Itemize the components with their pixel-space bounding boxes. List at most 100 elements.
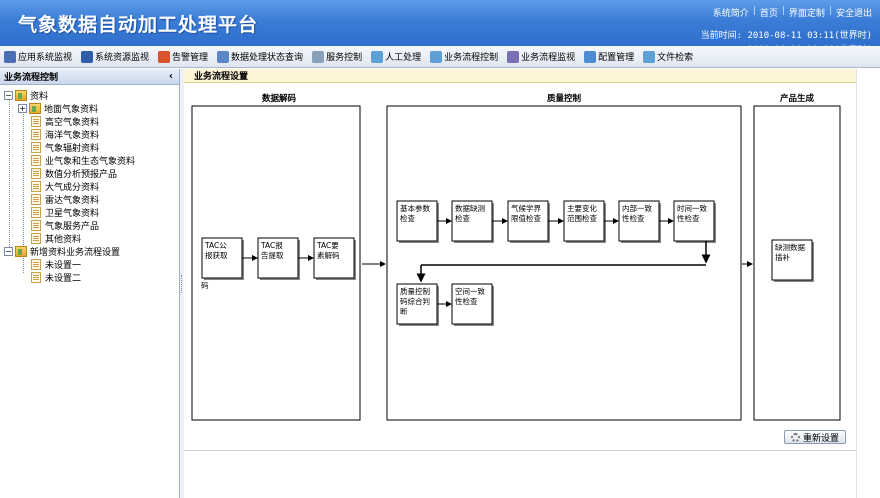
- tree-leaf[interactable]: 气象服务产品: [0, 219, 179, 232]
- expand-toggle-icon[interactable]: +: [18, 104, 27, 113]
- document-icon: [31, 129, 41, 140]
- tree-leaf[interactable]: 业气象和生态气象资料: [0, 154, 179, 167]
- tree-label[interactable]: 未设置一: [45, 258, 81, 271]
- tree-leaf[interactable]: 其他资料: [0, 232, 179, 245]
- tree-leaf[interactable]: 未设置一: [0, 258, 179, 271]
- toolbar-item-3[interactable]: 数据处理状态查询: [217, 50, 303, 63]
- tree-leaf[interactable]: 高空气象资料: [0, 115, 179, 128]
- toolbar-item-4[interactable]: 服务控制: [312, 50, 362, 63]
- tree-node-root1[interactable]: − 资料: [0, 89, 179, 102]
- node-decode-2-label: TAC要素解码: [316, 241, 340, 260]
- collapse-left-icon[interactable]: ‹: [169, 71, 173, 82]
- toolbar-label: 系统资源监视: [95, 53, 150, 63]
- reset-label: 重新设置: [802, 433, 839, 444]
- node-decode-0-label: TAC公报获取: [204, 241, 228, 260]
- toolbar-item-1[interactable]: 系统资源监视: [81, 50, 149, 63]
- toolbar-icon: [312, 50, 325, 63]
- sidebar-title: 业务流程控制: [4, 73, 59, 83]
- toolbar-item-2[interactable]: 告警管理: [158, 50, 208, 63]
- tree-label[interactable]: 地面气象资料: [44, 102, 98, 115]
- link-separator: |: [781, 6, 785, 16]
- folder-icon: [15, 246, 27, 257]
- tree-view: − 资料 + 地面气象资料 高空气象资料 海洋气象资料 气象辐射资料 业气象和生态气象…: [0, 85, 179, 284]
- toolbar-label: 业务流程监视: [521, 53, 576, 63]
- toolbar-icon: [584, 50, 597, 63]
- toolbar-label: 人工处理: [385, 53, 422, 63]
- tree-label[interactable]: 卫星气象资料: [45, 206, 99, 219]
- panel-title-text: 业务流程设置: [194, 72, 249, 82]
- tree-label[interactable]: 海洋气象资料: [45, 128, 99, 141]
- document-icon: [31, 142, 41, 153]
- tree-label[interactable]: 高空气象资料: [45, 115, 99, 128]
- top-links: 系统简介 | 首页 | 界面定制 | 安全退出: [713, 6, 872, 19]
- toolbar-label: 配置管理: [598, 53, 635, 63]
- decode-overflow-text: 码: [201, 281, 209, 290]
- document-icon: [31, 168, 41, 179]
- flow-diagram: 数据解码 质量控制 产品生成TAC公报获取TAC报告提取TAC要素解码码基本参数检查…: [191, 93, 841, 421]
- toolbar-icon: [507, 50, 520, 63]
- section-title-qc: 质量控制: [547, 93, 582, 104]
- tree-node-surface[interactable]: + 地面气象资料: [0, 102, 179, 115]
- toolbar-item-5[interactable]: 人工处理: [371, 50, 421, 63]
- tree-label[interactable]: 气象辐射资料: [45, 141, 99, 154]
- tree-leaf[interactable]: 数值分析预报产品: [0, 167, 179, 180]
- toolbar-icon: [4, 50, 16, 63]
- tree-leaf[interactable]: 卫星气象资料: [0, 206, 179, 219]
- tree-leaf[interactable]: 气象辐射资料: [0, 141, 179, 154]
- collapse-toggle-icon[interactable]: −: [4, 91, 13, 100]
- app-title: 气象数据自动加工处理平台: [18, 14, 259, 36]
- document-icon: [31, 116, 41, 127]
- link-separator: |: [828, 6, 832, 16]
- tree-label[interactable]: 资料: [30, 89, 48, 102]
- tree-label[interactable]: 新增资料业务流程设置: [30, 245, 120, 258]
- document-icon: [31, 181, 41, 192]
- toolbar-item-8[interactable]: 配置管理: [584, 50, 634, 63]
- main-toolbar: 应用系统监视 系统资源监视 告警管理 数据处理状态查询 服务控制 人工处理 业务流程控制 业务…: [0, 46, 880, 68]
- right-gutter: [856, 69, 880, 498]
- toolbar-label: 业务流程控制: [444, 53, 499, 63]
- collapse-toggle-icon[interactable]: −: [4, 247, 13, 256]
- sidebar: 业务流程控制 ‹ − 资料 + 地面气象资料 高空气象资料 海洋气象资料 气象辐射资…: [0, 69, 180, 498]
- toolbar-label: 服务控制: [326, 53, 363, 63]
- tree-leaf[interactable]: 未设置二: [0, 271, 179, 284]
- section-title-product: 产品生成: [780, 93, 815, 104]
- link-separator: |: [752, 6, 756, 16]
- section-title-decode: 数据解码: [262, 93, 297, 104]
- toolbar-icon: [217, 50, 230, 63]
- toolbar-label: 应用系统监视: [18, 53, 73, 63]
- toolbar-item-7[interactable]: 业务流程监视: [507, 50, 575, 63]
- tree-label[interactable]: 雷达气象资料: [45, 193, 99, 206]
- toolbar-item-6[interactable]: 业务流程控制: [430, 50, 498, 63]
- app-header: 气象数据自动加工处理平台 系统简介 | 首页 | 界面定制 | 安全退出 当前时间: …: [0, 0, 880, 55]
- tree-label[interactable]: 气象服务产品: [45, 219, 99, 232]
- toolbar-icon: [158, 50, 171, 63]
- tree-node-root2[interactable]: − 新增资料业务流程设置: [0, 245, 179, 258]
- toolbar-item-9[interactable]: 文件检索: [643, 50, 693, 63]
- main-panel-title: 业务流程设置: [184, 69, 856, 83]
- document-icon: [31, 233, 41, 244]
- sidebar-header: 业务流程控制 ‹: [0, 69, 179, 85]
- qc-section-box: [386, 105, 742, 421]
- link-home[interactable]: 首页: [760, 6, 778, 19]
- divider: [184, 450, 856, 451]
- tree-label[interactable]: 大气成分资料: [45, 180, 99, 193]
- folder-icon: [15, 90, 27, 101]
- tree-leaf[interactable]: 大气成分资料: [0, 180, 179, 193]
- tree-label[interactable]: 其他资料: [45, 232, 81, 245]
- tree-label[interactable]: 业气象和生态气象资料: [45, 154, 135, 167]
- link-system-intro[interactable]: 系统简介: [713, 6, 749, 19]
- toolbar-icon: [643, 50, 656, 63]
- tree-label[interactable]: 数值分析预报产品: [45, 167, 117, 180]
- document-icon: [31, 220, 41, 231]
- tree-leaf[interactable]: 雷达气象资料: [0, 193, 179, 206]
- reset-button[interactable]: 重新设置: [784, 430, 846, 444]
- tree-label[interactable]: 未设置二: [45, 271, 81, 284]
- tree-leaf[interactable]: 海洋气象资料: [0, 128, 179, 141]
- link-logout[interactable]: 安全退出: [836, 6, 872, 19]
- toolbar-item-0[interactable]: 应用系统监视: [4, 50, 72, 63]
- toolbar-label: 文件检索: [657, 53, 694, 63]
- splitter-grip-icon[interactable]: [181, 275, 183, 293]
- toolbar-icon: [430, 50, 443, 63]
- link-customize[interactable]: 界面定制: [789, 6, 825, 19]
- document-icon: [31, 207, 41, 218]
